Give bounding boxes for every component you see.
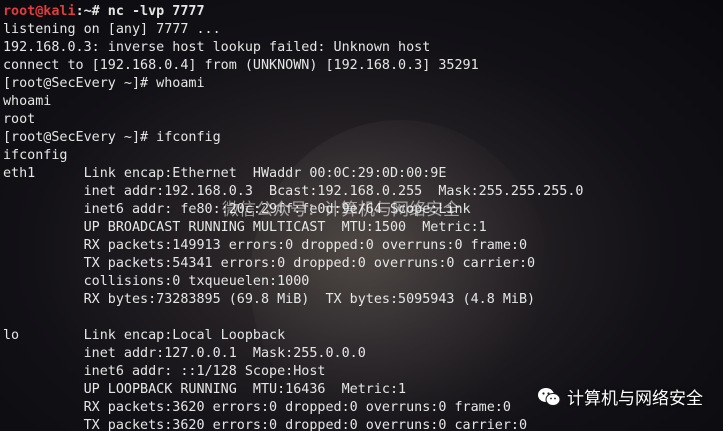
terminal-line: RX packets:149913 errors:0 dropped:0 ove…	[3, 238, 528, 253]
terminal-line: collisions:0 txqueuelen:1000	[3, 274, 310, 289]
terminal-line: inet addr:127.0.0.1 Mask:255.0.0.0	[3, 346, 366, 361]
terminal-line: 192.168.0.3: inverse host lookup failed:…	[3, 40, 431, 55]
prompt-command: :~# nc -lvp 7777	[75, 4, 205, 19]
terminal-line-prompt: root@kali:~# nc -lvp 7777	[3, 3, 583, 21]
terminal-line: TX packets:3620 errors:0 dropped:0 overr…	[3, 418, 528, 431]
terminal-line: TX packets:54341 errors:0 dropped:0 over…	[3, 256, 536, 271]
terminal-line: ifconfig	[3, 148, 68, 163]
terminal-line: [root@SecEvery ~]# whoami	[3, 76, 205, 91]
watermark-corner-label: 计算机与网络安全	[567, 389, 703, 409]
terminal-line: root	[3, 112, 36, 127]
terminal-window[interactable]: root@kali:~# nc -lvp 7777 listening on […	[0, 0, 723, 431]
terminal-line: listening on [any] 7777 ...	[3, 22, 221, 37]
terminal-line: [root@SecEvery ~]# ifconfig	[3, 130, 221, 145]
watermark-corner: 计算机与网络安全	[537, 384, 703, 409]
prompt-user-host: root@kali	[3, 4, 76, 19]
terminal-line: lo Link encap:Local Loopback	[3, 328, 286, 343]
terminal-line: whoami	[3, 94, 52, 109]
terminal-line: UP BROADCAST RUNNING MULTICAST MTU:1500 …	[3, 220, 487, 235]
terminal-line: eth1 Link encap:Ethernet HWaddr 00:0C:29…	[3, 166, 447, 181]
terminal-line: inet6 addr: ::1/128 Scope:Host	[3, 364, 326, 379]
terminal-line: RX packets:3620 errors:0 dropped:0 overr…	[3, 400, 511, 415]
terminal-line: RX bytes:73283895 (69.8 MiB) TX bytes:50…	[3, 292, 536, 307]
terminal-line: UP LOOPBACK RUNNING MTU:16436 Metric:1	[3, 382, 407, 397]
terminal-line: connect to [192.168.0.4] from (UNKNOWN) …	[3, 58, 479, 73]
watermark-center: 微信公众号：计算机与网络安全	[222, 200, 460, 220]
wechat-icon	[537, 386, 561, 408]
